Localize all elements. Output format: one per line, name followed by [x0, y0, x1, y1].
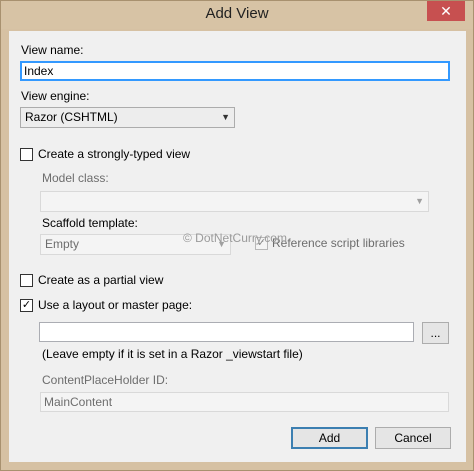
dialog-body: View name: Index View engine: Razor (CSH…	[9, 31, 466, 462]
view-engine-value: Razor (CSHTML)	[25, 110, 118, 124]
strongly-typed-checkbox[interactable]	[20, 148, 33, 161]
scaffold-template-value: Empty	[45, 237, 80, 251]
layout-checkbox[interactable]: ✓	[20, 299, 33, 312]
cancel-button[interactable]: Cancel	[375, 427, 451, 449]
strongly-typed-label: Create a strongly-typed view	[38, 147, 191, 161]
dialog-title: Add View	[205, 5, 269, 22]
layout-label: Use a layout or master page:	[38, 298, 193, 312]
content-placeholder-value: MainContent	[44, 395, 113, 409]
checkmark-icon: ✓	[21, 299, 32, 311]
watermark-text: © DotNetCurry.com	[183, 231, 287, 245]
model-class-label: Model class:	[42, 171, 109, 185]
model-class-select[interactable]: ▼	[40, 191, 429, 212]
reference-scripts-label: Reference script libraries	[272, 236, 405, 250]
chevron-down-icon: ▼	[221, 112, 230, 122]
scaffold-template-label: Scaffold template:	[42, 216, 138, 230]
partial-view-checkbox[interactable]	[20, 274, 33, 287]
content-placeholder-label: ContentPlaceHolder ID:	[42, 373, 169, 387]
view-engine-label: View engine:	[21, 89, 90, 103]
close-icon: ✕	[440, 3, 452, 19]
add-view-dialog: Add View ✕ View name: Index View engine:…	[0, 0, 474, 471]
browse-button[interactable]: ...	[422, 322, 449, 344]
view-name-value: Index	[24, 64, 54, 78]
layout-path-input[interactable]	[39, 322, 414, 342]
view-name-label: View name:	[21, 43, 84, 57]
content-placeholder-input[interactable]: MainContent	[40, 392, 449, 412]
title-bar[interactable]: Add View ✕	[1, 1, 473, 29]
close-button[interactable]: ✕	[427, 1, 465, 21]
view-engine-select[interactable]: Razor (CSHTML) ▼	[20, 107, 235, 128]
view-name-input[interactable]: Index	[20, 61, 450, 81]
add-button[interactable]: Add	[291, 427, 368, 449]
partial-view-label: Create as a partial view	[38, 273, 164, 287]
chevron-down-icon: ▼	[415, 196, 424, 206]
layout-hint-text: (Leave empty if it is set in a Razor _vi…	[42, 347, 303, 361]
